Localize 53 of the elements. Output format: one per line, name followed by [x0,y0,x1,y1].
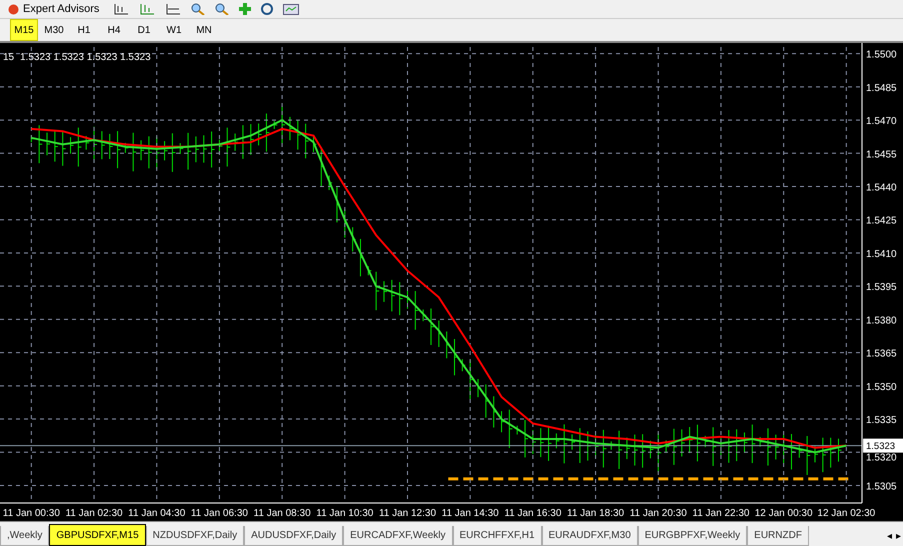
price-label: 1.5335 [866,415,897,426]
chart-tool-icon[interactable] [165,3,182,15]
chart-tab[interactable]: EURGBPFXF,Weekly [638,526,748,546]
time-label: 11 Jan 10:30 [316,508,374,519]
price-label: 1.5500 [866,50,897,61]
price-label: 1.5305 [866,482,897,492]
time-label: 11 Jan 12:30 [378,508,436,519]
timeframe-button[interactable]: M15 [10,19,38,41]
chart-tool-icon[interactable] [113,3,130,15]
chart-tab[interactable]: NZDUSDFXF,Daily [146,526,244,546]
price-label: 1.5410 [866,248,897,260]
chart-tab[interactable]: AUDUSDFXF,Daily [244,526,344,546]
current-price-tag: 1.5323 [863,438,903,453]
price-label: 1.5395 [866,282,897,294]
price-label: 1.5350 [866,382,897,393]
window-icon[interactable] [283,3,300,15]
time-label: 12 Jan 00:30 [754,508,813,519]
timeframe-button[interactable]: M30 [40,19,68,41]
chart-tab[interactable]: GBPUSDFXF,M15 [49,524,146,546]
chart-tab[interactable]: EURCADFXF,Weekly [343,526,452,546]
chart-tab[interactable]: EURNZDF [747,526,809,546]
price-label: 1.5425 [866,216,897,227]
time-label: 12 Jan 02:30 [817,508,876,519]
timeframe-button[interactable]: W1 [160,19,188,41]
price-label: 1.5440 [866,182,897,194]
price-label: 1.5470 [866,116,897,128]
zoom-out-icon[interactable] [215,3,230,15]
price-label: 1.5365 [866,348,897,360]
time-label: 11 Jan 04:30 [128,508,186,519]
chart-tab[interactable]: ,Weekly [0,526,50,546]
price-label: 1.5485 [866,82,897,94]
time-label: 11 Jan 16:30 [504,508,562,519]
time-label: 11 Jan 00:30 [2,508,60,519]
timeframe-button[interactable]: H4 [100,19,128,41]
price-label: 1.5380 [866,315,897,326]
time-label: 11 Jan 14:30 [442,508,499,519]
chart-symbol: 15 [3,52,14,63]
chart-tab[interactable]: EURCHFFXF,H1 [452,526,542,546]
time-label: 11 Jan 18:30 [567,508,624,519]
time-label: 11 Jan 22:30 [692,508,750,519]
plus-icon[interactable] [239,3,252,15]
time-label: 11 Jan 20:30 [630,508,687,519]
zoom-in-icon[interactable] [191,3,206,15]
price-label: 1.5320 [866,452,897,464]
chart-tab[interactable]: EURAUDFXF,M30 [542,526,638,546]
timeframe-button[interactable]: H1 [70,19,98,41]
ohlc-values: 1.5323 1.5323 1.5323 1.5323 [20,52,151,63]
time-label: 11 Jan 06:30 [190,508,248,519]
timeframe-button[interactable]: D1 [130,19,158,41]
time-label: 11 Jan 02:30 [66,508,123,519]
time-label: 11 Jan 08:30 [254,508,311,519]
price-label: 1.5455 [866,149,897,160]
timeframe-button[interactable]: MN [190,19,218,41]
